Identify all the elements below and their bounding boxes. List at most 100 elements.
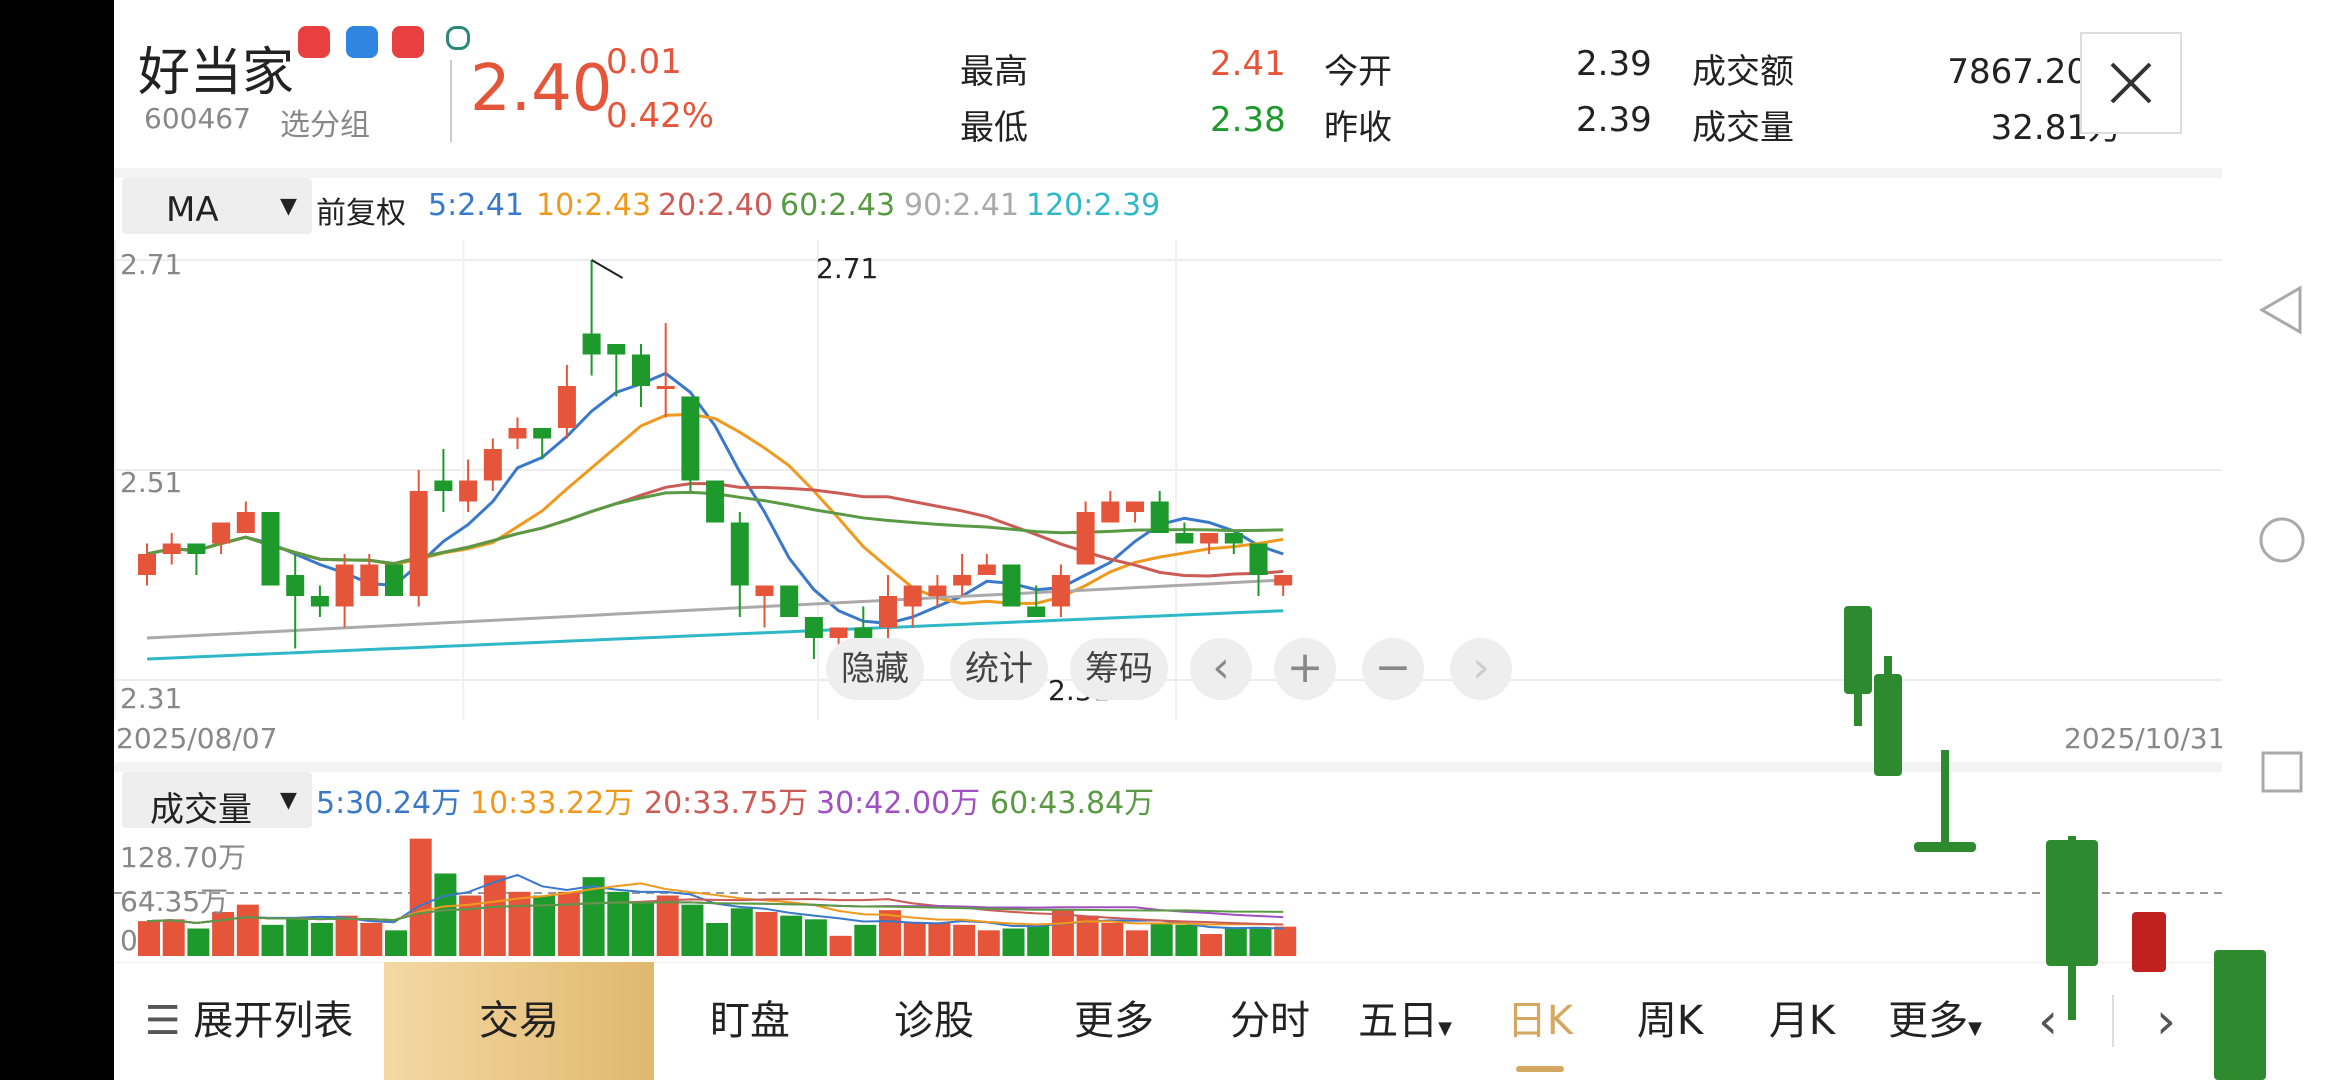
volume-bar (854, 924, 877, 956)
volume-bar (706, 922, 729, 956)
volume-bar (1126, 930, 1148, 956)
dropdown-arrow-icon: ▼ (1438, 1018, 1452, 1039)
diagnose-button[interactable]: 诊股 (854, 962, 1014, 1080)
volume-bar (310, 922, 333, 956)
x-start-date: 2025/08/07 (116, 722, 278, 755)
trade-button[interactable]: 交易 (384, 962, 654, 1080)
close-icon (2110, 62, 2152, 104)
ma5-value: 5:2.41 (428, 188, 524, 223)
y-tick-top: 2.71 (120, 248, 183, 281)
dropdown-arrow-icon: ▼ (280, 788, 297, 813)
vol-ma5-line (146, 873, 1284, 930)
prev-close-value: 2.39 (1576, 100, 1652, 140)
candle-body (434, 480, 453, 491)
candle-body (459, 480, 478, 502)
volume-selector[interactable]: 成交量 ▼ (122, 772, 312, 830)
vol-y-top: 128.70万 (120, 841, 246, 874)
expand-list-button[interactable]: ☰ 展开列表 (134, 962, 364, 1080)
floating-candles-overlay (1844, 606, 2266, 1080)
volume-bar (928, 922, 951, 956)
tab-daily-k[interactable]: 日K (1480, 962, 1600, 1080)
floating-candle-body (1844, 606, 1872, 694)
candle-body (162, 543, 181, 554)
high-value: 2.41 (1210, 44, 1286, 84)
high-annotation: 2.71 (816, 252, 879, 285)
candle-body (557, 386, 576, 428)
candle-body (804, 617, 823, 638)
candle-body (1150, 501, 1169, 533)
volume-bar (1027, 924, 1050, 956)
hide-button[interactable]: 隐藏 (826, 638, 924, 700)
current-price: 2.40 (470, 52, 613, 126)
tab-five-day[interactable]: 五日▼ (1340, 962, 1470, 1080)
candle-body (212, 522, 231, 544)
volume-bar (1002, 928, 1025, 956)
left-black-bar (0, 0, 114, 1080)
dropdown-arrow-icon: ▼ (280, 194, 297, 219)
ma90-line (146, 578, 1284, 640)
y-tick-mid: 2.51 (120, 466, 183, 499)
candle-body (1274, 575, 1293, 586)
candle-body (1027, 606, 1046, 617)
candle-body (1224, 533, 1243, 544)
candle-body (879, 596, 897, 628)
candle-body (953, 575, 972, 586)
high-leader-line (591, 259, 624, 279)
open-label: 今开 (1324, 52, 1392, 92)
floating-candle-body (2046, 840, 2098, 966)
vol-y-mid: 64.35万 (120, 885, 229, 918)
back-icon[interactable] (2258, 284, 2304, 336)
volume-bar (730, 908, 753, 956)
candle-body (780, 585, 799, 617)
candle-body (335, 564, 354, 607)
y-tick-bottom: 2.31 (120, 682, 183, 715)
home-icon[interactable] (2258, 516, 2306, 564)
candle-body (903, 585, 922, 607)
ma120-value: 120:2.39 (1026, 188, 1161, 223)
ma-selector[interactable]: MA ▼ (122, 178, 312, 234)
tab-intraday[interactable]: 分时 (1210, 962, 1330, 1080)
volume-bar (508, 891, 531, 956)
volume-bar (483, 875, 506, 956)
chips-button[interactable]: 筹码 (1070, 638, 1168, 700)
menu-icon: ☰ (144, 998, 181, 1044)
select-group-link[interactable]: 选分组 (280, 100, 370, 144)
floating-candle-body (2214, 950, 2266, 1080)
candle-body (582, 333, 601, 355)
price-change: 0.01 (606, 42, 682, 82)
close-button[interactable] (2080, 32, 2182, 134)
candle-body (607, 344, 626, 355)
candle-body (1051, 575, 1070, 607)
stock-name: 好当家 (138, 43, 295, 103)
chevron-left-icon[interactable]: ‹ (1190, 638, 1252, 700)
volume-bar (1274, 926, 1297, 956)
candle-body (632, 354, 650, 386)
huawei-badge-icon (392, 26, 424, 58)
tab-weekly-k[interactable]: 周K (1610, 962, 1730, 1080)
volume-bar (1051, 910, 1074, 956)
candle-body (187, 543, 206, 554)
header-divider (450, 60, 452, 142)
volume-bar (804, 919, 827, 956)
vol-y-zero: 0 (120, 924, 138, 957)
minus-icon[interactable]: − (1362, 638, 1424, 700)
expand-list-label: 展开列表 (193, 998, 354, 1044)
plus-icon[interactable]: + (1274, 638, 1336, 700)
ma20-value: 20:2.40 (658, 188, 774, 223)
candle-body (286, 575, 305, 596)
candle-body (829, 627, 848, 638)
watch-button[interactable]: 盯盘 (670, 962, 830, 1080)
adjust-type[interactable]: 前复权 (316, 188, 406, 232)
candle-body (1249, 543, 1268, 575)
stats-button[interactable]: 统计 (950, 638, 1048, 700)
chevron-right-icon[interactable]: › (1450, 638, 1512, 700)
low-value: 2.38 (1210, 100, 1286, 140)
ma90-value: 90:2.41 (904, 188, 1020, 223)
stock-code: 600467 (144, 102, 251, 135)
floating-candle-body (1874, 674, 1902, 776)
price-change-pct: 0.42% (606, 96, 715, 136)
more-button[interactable]: 更多 (1034, 962, 1194, 1080)
candle-body (236, 512, 255, 533)
volume-bar (138, 921, 160, 956)
candle-body (1126, 501, 1144, 512)
